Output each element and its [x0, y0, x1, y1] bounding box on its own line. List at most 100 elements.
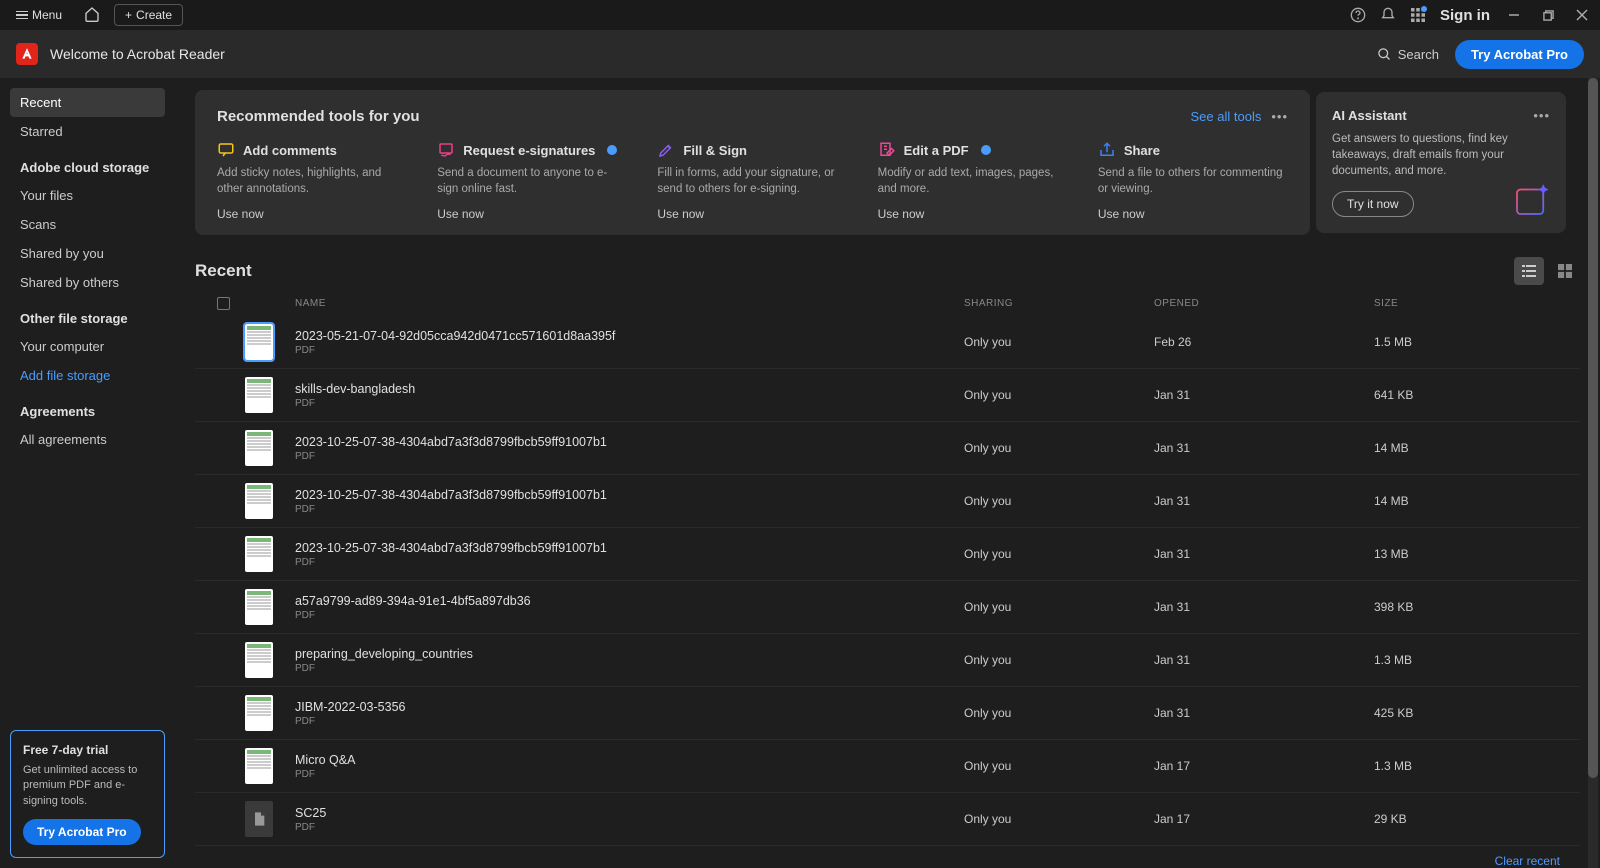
tool-card: Fill & Sign Fill in forms, add your sign…	[657, 141, 847, 221]
use-now-link[interactable]: Use now	[217, 207, 407, 221]
recent-files-table: NAME SHARING OPENED SIZE 2023-05-21-07-0…	[195, 291, 1580, 846]
sidebar-item-add-file-storage[interactable]: Add file storage	[10, 361, 165, 390]
column-header-sharing[interactable]: SHARING	[964, 298, 1154, 309]
ai-assistant-panel: AI Assistant ••• Get answers to question…	[1316, 92, 1566, 233]
use-now-link[interactable]: Use now	[437, 207, 627, 221]
see-all-tools-link[interactable]: See all tools	[1191, 109, 1262, 124]
column-header-size[interactable]: SIZE	[1374, 298, 1534, 309]
share-icon	[1098, 141, 1116, 159]
table-row[interactable]: preparing_developing_countries PDF Only …	[195, 634, 1580, 687]
tools-more-icon[interactable]: •••	[1271, 109, 1288, 124]
file-type: PDF	[295, 504, 964, 515]
use-now-link[interactable]: Use now	[657, 207, 847, 221]
sidebar-header-agreements: Agreements	[10, 390, 165, 425]
create-label: Create	[136, 8, 172, 22]
trial-description: Get unlimited access to premium PDF and …	[23, 763, 152, 809]
sidebar-item-recent[interactable]: Recent	[10, 88, 165, 117]
select-all-checkbox[interactable]	[217, 297, 230, 310]
esign-icon	[437, 141, 455, 159]
menu-button[interactable]: Menu	[8, 5, 70, 25]
main-scrollbar[interactable]	[1588, 78, 1598, 868]
trial-try-pro-button[interactable]: Try Acrobat Pro	[23, 819, 141, 845]
sidebar: Recent Starred Adobe cloud storage Your …	[0, 78, 175, 868]
sidebar-header-other: Other file storage	[10, 297, 165, 332]
tool-card: Share Send a file to others for commenti…	[1098, 141, 1288, 221]
home-button[interactable]	[78, 2, 106, 29]
column-header-name[interactable]: NAME	[295, 298, 964, 309]
sign-in-button[interactable]: Sign in	[1440, 7, 1490, 24]
table-row[interactable]: 2023-05-21-07-04-92d05cca942d0471cc57160…	[195, 316, 1580, 369]
list-view-button[interactable]	[1514, 257, 1544, 285]
table-row[interactable]: a57a9799-ad89-394a-91e1-4bf5a897db36 PDF…	[195, 581, 1580, 634]
menu-label: Menu	[32, 8, 62, 22]
apps-icon[interactable]	[1410, 7, 1426, 23]
file-thumbnail	[245, 377, 273, 413]
grid-view-button[interactable]	[1550, 257, 1580, 285]
file-name: 2023-05-21-07-04-92d05cca942d0471cc57160…	[295, 329, 964, 343]
table-row[interactable]: 2023-10-25-07-38-4304abd7a3f3d8799fbcb59…	[195, 475, 1580, 528]
use-now-link[interactable]: Use now	[878, 207, 1068, 221]
tools-title: Recommended tools for you	[217, 108, 420, 125]
main-content: Recommended tools for you See all tools …	[175, 78, 1600, 868]
sidebar-item-shared-by-others[interactable]: Shared by others	[10, 268, 165, 297]
file-type: PDF	[295, 345, 964, 356]
file-size: 1.3 MB	[1374, 759, 1534, 773]
ai-sparkle-icon	[1510, 179, 1552, 221]
close-button[interactable]	[1572, 5, 1592, 25]
table-row[interactable]: JIBM-2022-03-5356 PDF Only you Jan 31 42…	[195, 687, 1580, 740]
sidebar-item-all-agreements[interactable]: All agreements	[10, 425, 165, 454]
tool-card: Edit a PDF Modify or add text, images, p…	[878, 141, 1068, 221]
sidebar-item-your-files[interactable]: Your files	[10, 181, 165, 210]
file-name: JIBM-2022-03-5356	[295, 700, 964, 714]
table-row[interactable]: SC25 PDF Only you Jan 17 29 KB	[195, 793, 1580, 846]
sidebar-item-starred[interactable]: Starred	[10, 117, 165, 146]
tool-card: Add comments Add sticky notes, highlight…	[217, 141, 407, 221]
file-opened: Jan 31	[1154, 706, 1374, 720]
file-type: PDF	[295, 769, 964, 780]
ai-more-icon[interactable]: •••	[1533, 108, 1550, 123]
file-sharing: Only you	[964, 494, 1154, 508]
sidebar-item-shared-by-you[interactable]: Shared by you	[10, 239, 165, 268]
tool-name: Edit a PDF	[904, 143, 969, 158]
info-badge-icon	[981, 145, 991, 155]
recent-section-title: Recent	[195, 261, 252, 281]
table-row[interactable]: 2023-10-25-07-38-4304abd7a3f3d8799fbcb59…	[195, 528, 1580, 581]
file-name: a57a9799-ad89-394a-91e1-4bf5a897db36	[295, 594, 964, 608]
table-row[interactable]: 2023-10-25-07-38-4304abd7a3f3d8799fbcb59…	[195, 422, 1580, 475]
file-thumbnail	[245, 642, 273, 678]
appbar: Welcome to Acrobat Reader Search Try Acr…	[0, 30, 1600, 78]
trial-title: Free 7-day trial	[23, 743, 152, 757]
notification-icon[interactable]	[1380, 7, 1396, 23]
file-size: 14 MB	[1374, 494, 1534, 508]
file-opened: Jan 31	[1154, 653, 1374, 667]
sidebar-item-scans[interactable]: Scans	[10, 210, 165, 239]
create-button[interactable]: + Create	[114, 4, 183, 26]
use-now-link[interactable]: Use now	[1098, 207, 1288, 221]
file-opened: Jan 31	[1154, 388, 1374, 402]
file-opened: Jan 17	[1154, 759, 1374, 773]
file-size: 13 MB	[1374, 547, 1534, 561]
help-icon[interactable]	[1350, 7, 1366, 23]
tool-description: Fill in forms, add your signature, or se…	[657, 165, 847, 197]
search-icon	[1377, 47, 1392, 62]
file-opened: Jan 17	[1154, 812, 1374, 826]
edit-icon	[878, 141, 896, 159]
tool-description: Add sticky notes, highlights, and other …	[217, 165, 407, 197]
file-sharing: Only you	[964, 653, 1154, 667]
ai-try-it-now-button[interactable]: Try it now	[1332, 191, 1414, 217]
file-opened: Jan 31	[1154, 494, 1374, 508]
file-name: 2023-10-25-07-38-4304abd7a3f3d8799fbcb59…	[295, 541, 964, 555]
file-name: skills-dev-bangladesh	[295, 382, 964, 396]
table-row[interactable]: Micro Q&A PDF Only you Jan 17 1.3 MB	[195, 740, 1580, 793]
maximize-button[interactable]	[1538, 5, 1558, 25]
tool-card: Request e-signatures Send a document to …	[437, 141, 627, 221]
minimize-button[interactable]	[1504, 5, 1524, 25]
table-row[interactable]: skills-dev-bangladesh PDF Only you Jan 3…	[195, 369, 1580, 422]
acrobat-logo-icon	[16, 43, 38, 65]
column-header-opened[interactable]: OPENED	[1154, 298, 1374, 309]
clear-recent-link[interactable]: Clear recent	[195, 846, 1580, 868]
file-thumbnail	[245, 695, 273, 731]
search-button[interactable]: Search	[1377, 47, 1439, 62]
sidebar-item-your-computer[interactable]: Your computer	[10, 332, 165, 361]
try-acrobat-pro-button[interactable]: Try Acrobat Pro	[1455, 40, 1584, 69]
